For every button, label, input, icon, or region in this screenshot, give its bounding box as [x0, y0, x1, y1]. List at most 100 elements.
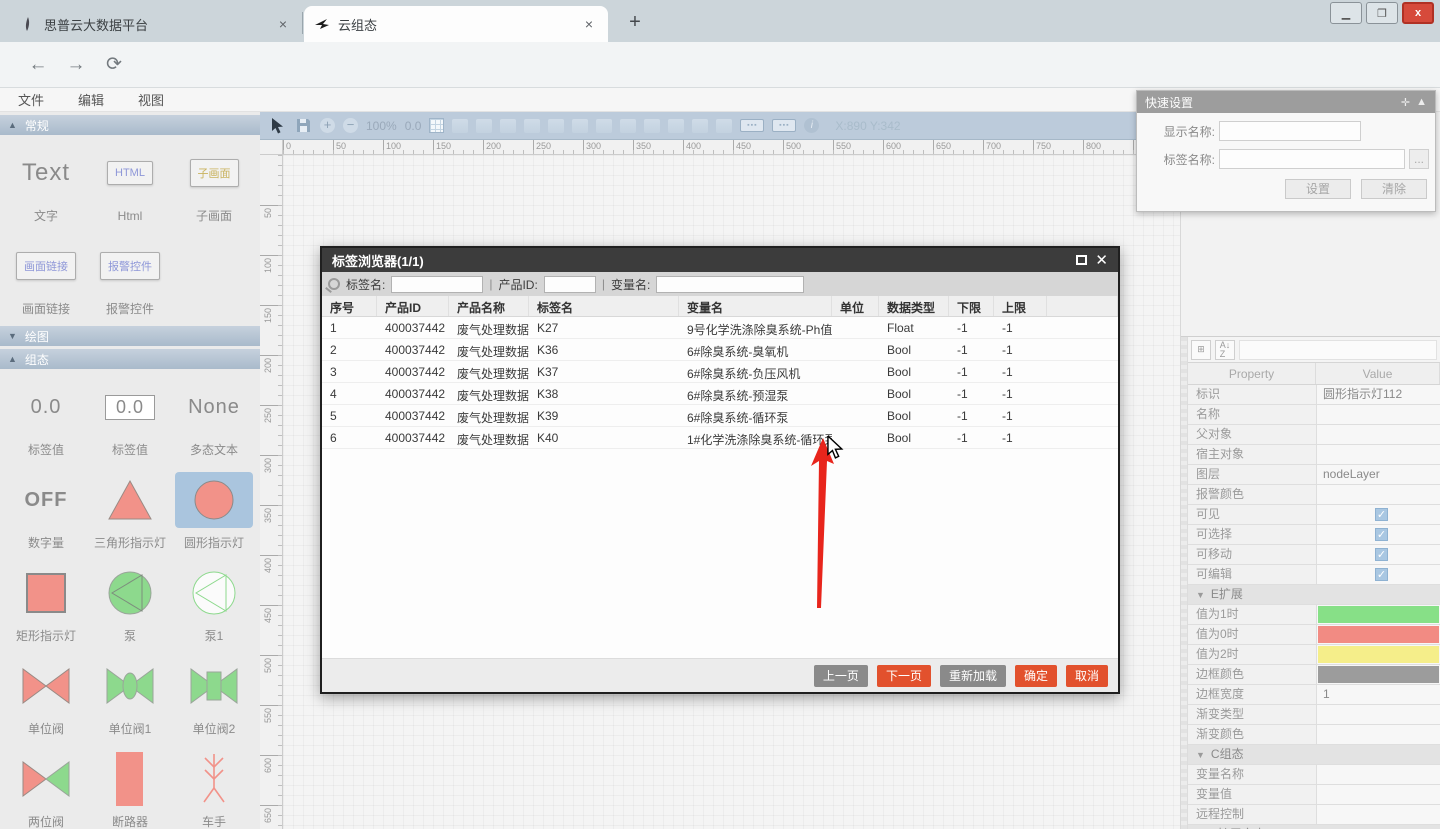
dialog-titlebar[interactable]: 标签浏览器(1/1) ✕: [322, 248, 1118, 272]
property-row-可移动[interactable]: 可移动✓: [1188, 545, 1440, 565]
palette-item-0-0[interactable]: Text文字: [4, 145, 88, 224]
palette-icon[interactable]: None: [175, 379, 253, 435]
property-value[interactable]: [1316, 665, 1440, 684]
forward-icon[interactable]: →: [62, 51, 90, 79]
property-value[interactable]: [1316, 705, 1440, 724]
dialog-button-取消[interactable]: 取消: [1066, 665, 1108, 687]
property-value[interactable]: ✓: [1316, 505, 1440, 524]
pump-green-icon[interactable]: [91, 565, 169, 621]
back-icon[interactable]: ←: [24, 51, 52, 79]
valve-two-color-icon[interactable]: [7, 751, 85, 807]
palette-item-2-3[interactable]: OFF数字量: [4, 472, 88, 551]
table-row-2[interactable]: 2400037442废气处理数据采K366#除臭系统-臭氧机Bool-1-1: [322, 339, 1118, 361]
sort-az-icon[interactable]: A↓Z: [1215, 340, 1235, 360]
property-value[interactable]: [1316, 765, 1440, 784]
browser-tab-active[interactable]: 云组态 ×: [304, 6, 608, 42]
zoom-out-canvas-icon[interactable]: −: [343, 118, 358, 133]
new-tab-button[interactable]: +: [622, 10, 648, 36]
palette-section-header-1[interactable]: ▼绘图: [0, 326, 260, 346]
property-value[interactable]: ✓: [1316, 545, 1440, 564]
browser-tab-inactive[interactable]: 思普云大数据平台 ×: [10, 6, 302, 42]
column-header[interactable]: 下限: [949, 296, 994, 316]
grid-toggle-icon[interactable]: [429, 118, 444, 133]
palette-icon[interactable]: 画面链接: [7, 238, 85, 294]
keyboard-icon[interactable]: ▪▪▪: [740, 119, 764, 132]
palette-item-2-12[interactable]: 两位阀: [4, 751, 88, 829]
palette-section-header-2[interactable]: ▲组态: [0, 349, 260, 369]
color-swatch[interactable]: [1318, 626, 1439, 643]
property-value[interactable]: ✓: [1316, 565, 1440, 584]
property-group-C组态[interactable]: ▼C组态: [1188, 745, 1440, 765]
palette-item-0-4[interactable]: 报警控件报警控件: [88, 238, 172, 317]
tag-name-input[interactable]: [1219, 149, 1405, 169]
save-icon[interactable]: [294, 117, 312, 135]
property-value[interactable]: [1316, 785, 1440, 804]
menu-file[interactable]: 文件: [18, 90, 44, 109]
browse-tags-button[interactable]: ...: [1409, 149, 1429, 169]
menu-view[interactable]: 视图: [138, 90, 164, 109]
window-close-button[interactable]: x: [1402, 2, 1434, 24]
info-icon[interactable]: i: [804, 118, 819, 133]
valve-red-icon[interactable]: [7, 658, 85, 714]
palette-icon[interactable]: Text: [7, 145, 85, 201]
checkbox-checked-icon[interactable]: ✓: [1375, 508, 1388, 521]
property-row-宿主对象[interactable]: 宿主对象: [1188, 445, 1440, 465]
display-name-input[interactable]: [1219, 121, 1361, 141]
property-value[interactable]: ✓: [1316, 525, 1440, 544]
reload-icon[interactable]: ⟳: [100, 51, 128, 79]
table-row-1[interactable]: 1400037442废气处理数据采K279号化学洗涤除臭系统-Ph值Float-…: [322, 317, 1118, 339]
property-row-变量名称[interactable]: 变量名称: [1188, 765, 1440, 785]
palette-item-2-14[interactable]: 车手: [172, 751, 256, 829]
property-value[interactable]: [1316, 625, 1440, 644]
palette-icon[interactable]: OFF: [7, 472, 85, 528]
property-row-远程控制[interactable]: 远程控制: [1188, 805, 1440, 825]
color-swatch[interactable]: [1318, 606, 1439, 623]
color-swatch[interactable]: [1318, 666, 1439, 683]
zoom-in-icon[interactable]: +: [320, 118, 335, 133]
panel-resize-gutter[interactable]: [1181, 337, 1188, 829]
column-header[interactable]: 产品ID: [377, 296, 449, 316]
window-restore-button[interactable]: ❐: [1366, 2, 1398, 24]
property-value[interactable]: [1316, 445, 1440, 464]
palette-item-2-13[interactable]: 断路器: [88, 751, 172, 829]
pump-outline-icon[interactable]: [175, 565, 253, 621]
property-group-E扩展[interactable]: ▼E扩展: [1188, 585, 1440, 605]
palette-item-2-9[interactable]: 单位阀: [4, 658, 88, 737]
property-value[interactable]: [1316, 805, 1440, 824]
checkbox-checked-icon[interactable]: ✓: [1375, 568, 1388, 581]
property-value[interactable]: 圆形指示灯112: [1316, 385, 1440, 404]
tab-close-icon[interactable]: ×: [580, 16, 598, 32]
property-row-渐变颜色[interactable]: 渐变颜色: [1188, 725, 1440, 745]
column-header[interactable]: 产品名称: [449, 296, 529, 316]
dialog-close-icon[interactable]: ✕: [1095, 251, 1108, 269]
property-row-名称[interactable]: 名称: [1188, 405, 1440, 425]
palette-item-0-3[interactable]: 画面链接画面链接: [4, 238, 88, 317]
property-value[interactable]: [1316, 725, 1440, 744]
palette-item-2-6[interactable]: 矩形指示灯: [4, 565, 88, 644]
column-header[interactable]: 变量名: [679, 296, 832, 316]
table-row-4[interactable]: 4400037442废气处理数据采K386#除臭系统-预湿泵Bool-1-1: [322, 383, 1118, 405]
property-row-渐变类型[interactable]: 渐变类型: [1188, 705, 1440, 725]
property-row-图层[interactable]: 图层nodeLayer: [1188, 465, 1440, 485]
palette-item-0-1[interactable]: HTMLHtml: [88, 145, 172, 224]
property-row-可选择[interactable]: 可选择✓: [1188, 525, 1440, 545]
property-row-值为1时[interactable]: 值为1时: [1188, 605, 1440, 625]
palette-item-0-2[interactable]: 子画面子画面: [172, 145, 256, 224]
tag-name-filter-input[interactable]: [391, 276, 483, 293]
dialog-button-确定[interactable]: 确定: [1015, 665, 1057, 687]
categorize-icon[interactable]: ⊞: [1191, 340, 1211, 360]
property-row-边框宽度[interactable]: 边框宽度1: [1188, 685, 1440, 705]
palette-section-header-0[interactable]: ▲常规: [0, 115, 260, 135]
property-row-标识[interactable]: 标识圆形指示灯112: [1188, 385, 1440, 405]
palette-icon[interactable]: 0.0: [7, 379, 85, 435]
window-minimize-button[interactable]: ▁: [1330, 2, 1362, 24]
palette-icon[interactable]: 0.0: [91, 379, 169, 435]
property-row-变量值[interactable]: 变量值: [1188, 785, 1440, 805]
property-row-报警颜色[interactable]: 报警颜色: [1188, 485, 1440, 505]
palette-item-2-5[interactable]: 圆形指示灯: [172, 472, 256, 551]
property-value[interactable]: [1316, 645, 1440, 664]
select-cursor-icon[interactable]: [268, 117, 286, 135]
column-header[interactable]: 序号: [322, 296, 377, 316]
property-row-边框颜色[interactable]: 边框颜色: [1188, 665, 1440, 685]
product-id-filter-input[interactable]: [544, 276, 596, 293]
